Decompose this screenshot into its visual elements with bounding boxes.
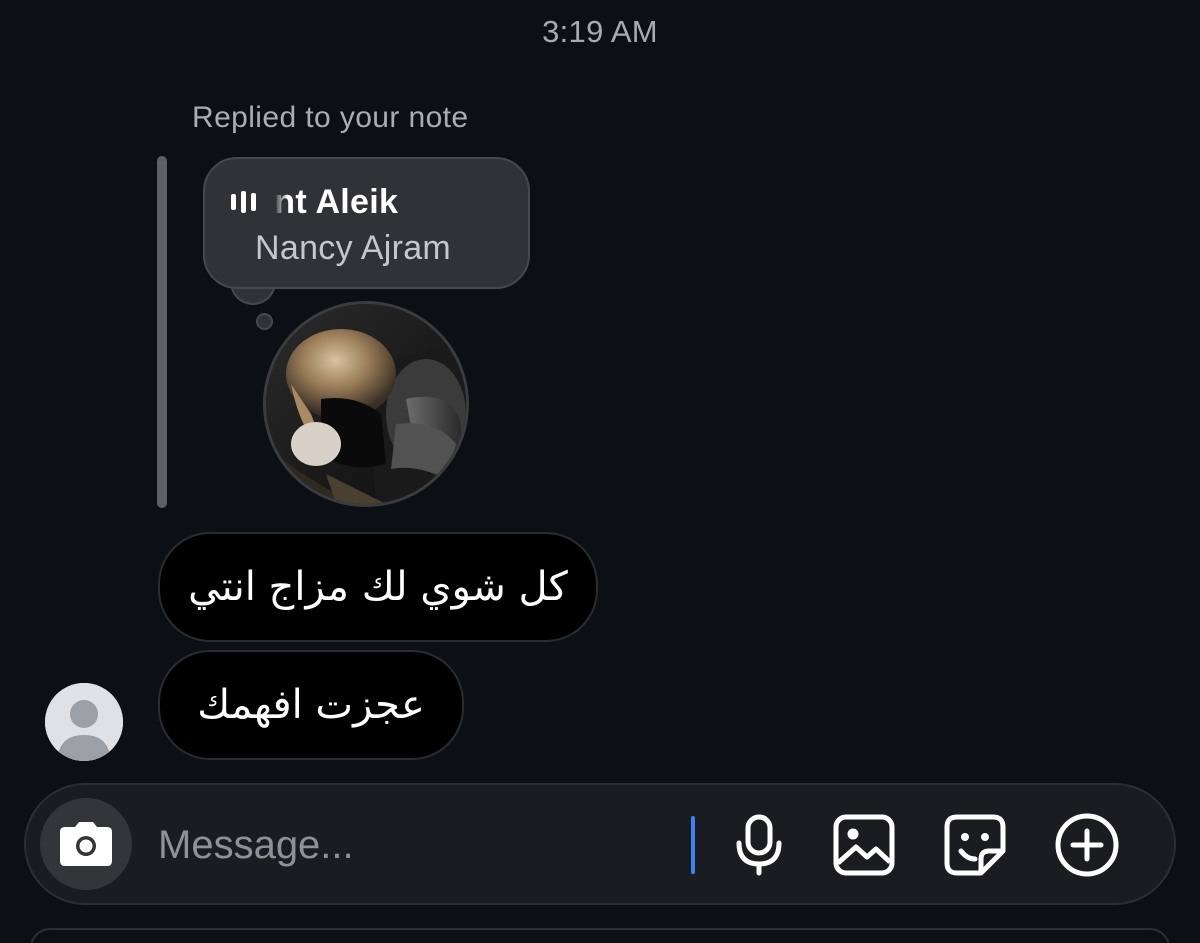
note-preview[interactable]: hent Aleik Nancy Ajram xyxy=(203,157,530,289)
camera-button[interactable] xyxy=(40,798,132,890)
note-artist-name: Nancy Ajram xyxy=(255,229,452,267)
dm-thread-screen: 3:19 AM Replied to your note hent Aleik … xyxy=(0,0,1200,943)
reply-quote-bar xyxy=(157,156,167,508)
text-caret xyxy=(691,816,695,874)
message-bubble[interactable]: عجزت افهمك xyxy=(158,650,464,760)
sticker-button[interactable] xyxy=(942,812,1008,878)
profile-photo xyxy=(266,304,466,504)
default-avatar-icon xyxy=(45,683,123,761)
note-bubble-tail-dot xyxy=(256,313,273,330)
reply-context-label: Replied to your note xyxy=(192,101,469,134)
gallery-button[interactable] xyxy=(831,812,897,878)
note-song-row: hent Aleik xyxy=(231,181,506,223)
message-timestamp: 3:19 AM xyxy=(542,14,658,49)
audio-bars-icon xyxy=(231,191,256,213)
camera-icon xyxy=(60,822,112,866)
note-song-title: hent Aleik xyxy=(274,182,399,221)
sender-avatar[interactable] xyxy=(45,683,123,761)
microphone-button[interactable] xyxy=(726,812,792,878)
plus-circle-icon xyxy=(1055,813,1119,877)
gallery-icon xyxy=(833,814,895,876)
message-input[interactable] xyxy=(158,815,678,875)
bottom-panel-edge xyxy=(30,928,1170,943)
note-author-photo[interactable] xyxy=(263,301,469,507)
message-bubble[interactable]: كل شوي لك مزاج انتي xyxy=(158,532,598,642)
message-composer xyxy=(24,783,1176,905)
sticker-icon xyxy=(944,814,1006,876)
more-options-button[interactable] xyxy=(1054,812,1120,878)
microphone-icon xyxy=(736,814,782,876)
